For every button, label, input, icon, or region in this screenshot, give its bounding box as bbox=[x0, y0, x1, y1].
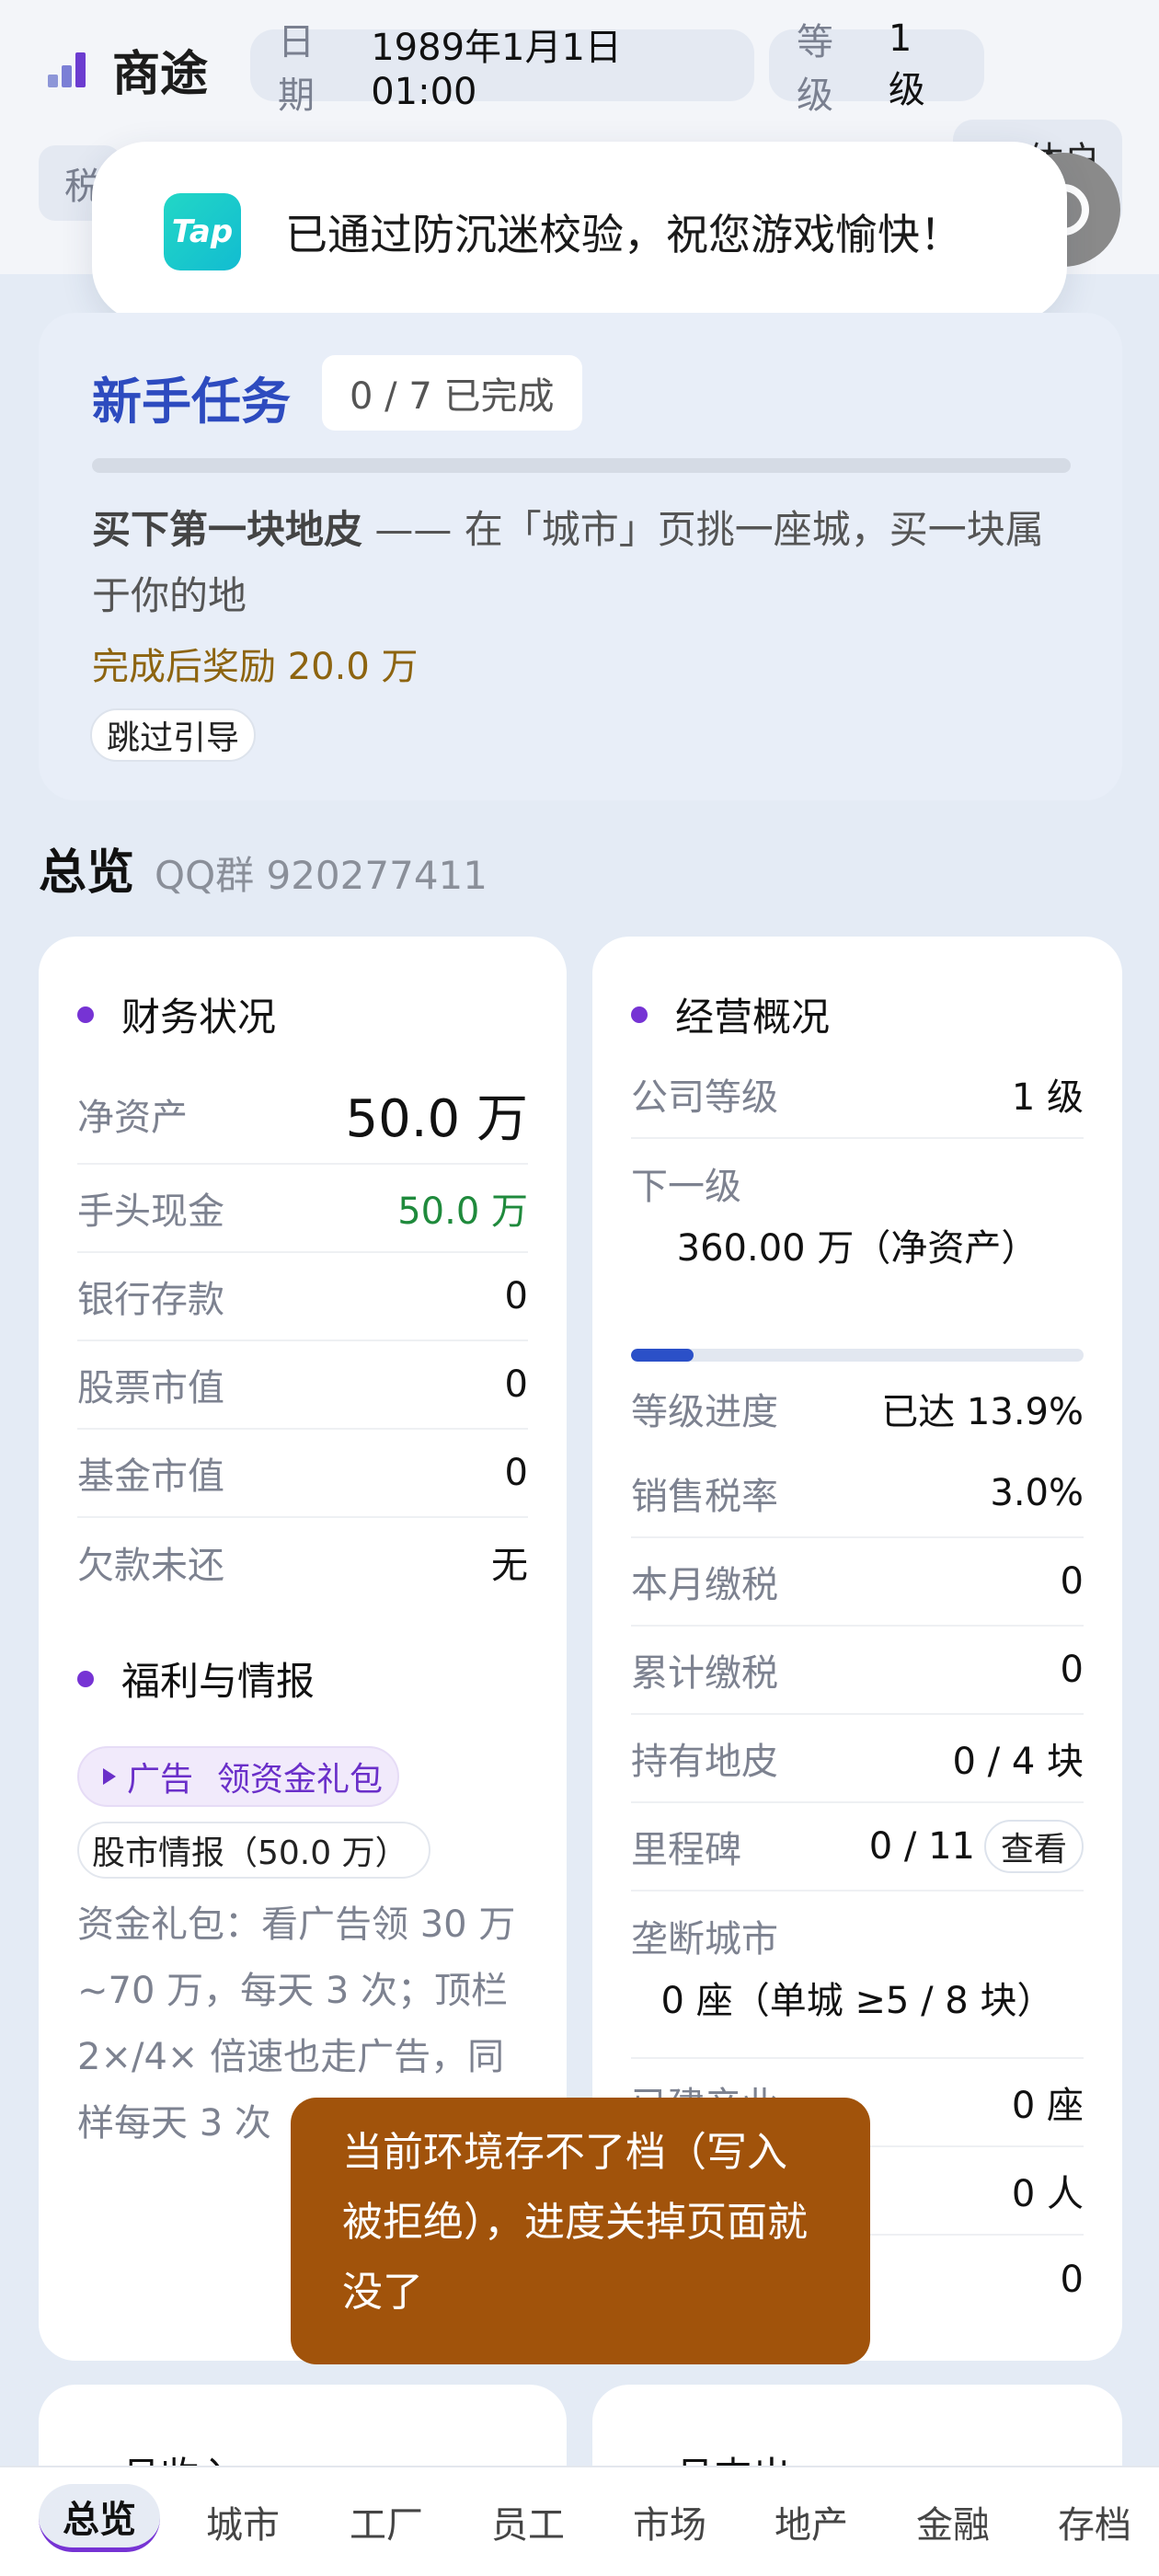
monopoly-row: 垄断城市 bbox=[631, 1892, 1084, 1980]
last-value: 0 bbox=[1060, 2259, 1084, 2301]
task-reward: 完成后奖励 20.0 万 bbox=[92, 646, 419, 688]
row-label: 基金市值 bbox=[77, 1455, 224, 1498]
row-label: 下一级 bbox=[631, 1166, 741, 1208]
level-value: 1 级 bbox=[888, 17, 925, 111]
nav-real-estate[interactable]: 地产 bbox=[775, 2495, 848, 2548]
anti-addiction-toast: Tap 已通过防沉迷校验，祝您游戏愉快！ bbox=[92, 142, 1067, 322]
nav-factory[interactable]: 工厂 bbox=[350, 2495, 423, 2548]
operations-title: 经营概况 bbox=[675, 995, 831, 1040]
task-name: 买下第一块地皮 bbox=[92, 507, 363, 552]
level-label: 等级 bbox=[797, 21, 833, 117]
finance-title: 财务状况 bbox=[121, 995, 277, 1040]
row-label: 里程碑 bbox=[631, 1829, 741, 1871]
ad-label: 领资金礼包 bbox=[217, 1761, 384, 1799]
bottom-nav: 总览 城市 工厂 员工 市场 地产 金融 存档 bbox=[0, 2466, 1159, 2576]
level-progress-row: 等级进度 已达 13.9% bbox=[631, 1367, 1084, 1450]
tasks-count: 0 / 7 已完成 bbox=[322, 355, 582, 431]
monopoly-value: 0 座（单城 ≥5 / 8 块） bbox=[631, 1971, 1084, 2059]
nav-staff[interactable]: 员工 bbox=[491, 2495, 565, 2548]
nav-market[interactable]: 市场 bbox=[633, 2495, 706, 2548]
ad-tag: 广告 bbox=[127, 1761, 194, 1799]
bar-chart-icon bbox=[46, 49, 88, 91]
row-label: 手头现金 bbox=[77, 1190, 224, 1233]
overview-title: 总览 bbox=[39, 845, 135, 901]
qq-group: QQ群 920277411 bbox=[155, 853, 488, 898]
welfare-header: 福利与情报 bbox=[77, 1650, 315, 1707]
level-display: 等级 1 级 bbox=[769, 17, 984, 117]
nav-overview[interactable]: 总览 bbox=[39, 2484, 160, 2552]
next-level-value: 360.00 万（净资产） bbox=[676, 1227, 1039, 1270]
nav-finance[interactable]: 金融 bbox=[916, 2495, 990, 2548]
company-level-value: 1 级 bbox=[1011, 1076, 1084, 1119]
row-label: 净资产 bbox=[77, 1097, 188, 1139]
next-level-row: 下一级 bbox=[631, 1139, 1084, 1227]
brand: 商途 bbox=[46, 35, 208, 104]
sales-tax-row: 销售税率 3.0% bbox=[631, 1450, 1084, 1538]
stock-row: 股票市值 0 bbox=[77, 1341, 528, 1430]
total-tax-value: 0 bbox=[1060, 1649, 1084, 1691]
overview-heading: 总览 QQ群 920277411 bbox=[39, 834, 488, 903]
row-label: 销售税率 bbox=[631, 1476, 778, 1518]
tasks-progress-bar bbox=[92, 458, 1071, 473]
cash-value: 50.0 万 bbox=[397, 1190, 528, 1233]
bullet-dot-icon bbox=[631, 1006, 648, 1023]
ad-gift-button[interactable]: 广告 领资金礼包 bbox=[77, 1746, 400, 1807]
debt-value: 无 bbox=[491, 1545, 528, 1587]
view-milestones-button[interactable]: 查看 bbox=[983, 1820, 1084, 1873]
row-label: 股票市值 bbox=[77, 1367, 224, 1409]
operations-header: 经营概况 bbox=[631, 986, 830, 1042]
total-tax-row: 累计缴税 0 bbox=[631, 1627, 1084, 1715]
bullet-dot-icon bbox=[77, 1006, 94, 1023]
level-progress-fill bbox=[631, 1349, 694, 1362]
debt-row: 欠款未还 无 bbox=[77, 1518, 528, 1606]
skip-guide-button[interactable]: 跳过引导 bbox=[90, 708, 257, 762]
date-label: 日期 bbox=[278, 21, 315, 117]
row-label: 持有地皮 bbox=[631, 1741, 778, 1783]
stock-tip-button[interactable]: 股市情报（50.0 万） bbox=[77, 1822, 430, 1879]
cash-row: 手头现金 50.0 万 bbox=[77, 1165, 528, 1253]
milestone-value: 0 / 11 bbox=[868, 1825, 975, 1868]
row-label: 等级进度 bbox=[631, 1391, 778, 1433]
row-label: 累计缴税 bbox=[631, 1652, 778, 1695]
welfare-title: 福利与情报 bbox=[121, 1659, 316, 1704]
row-label: 欠款未还 bbox=[77, 1545, 224, 1587]
play-icon bbox=[103, 1768, 116, 1785]
row-label: 垄断城市 bbox=[631, 1918, 778, 1961]
land-row: 持有地皮 0 / 4 块 bbox=[631, 1715, 1084, 1803]
row-label: 公司等级 bbox=[631, 1076, 778, 1119]
date-display: 日期 1989年1月1日 01:00 bbox=[250, 21, 754, 117]
bank-value: 0 bbox=[504, 1275, 528, 1317]
net-assets-value: 50.0 万 bbox=[345, 1088, 529, 1149]
month-tax-row: 本月缴税 0 bbox=[631, 1538, 1084, 1627]
stock-value: 0 bbox=[504, 1363, 528, 1406]
toast-message: 已通过防沉迷校验，祝您游戏愉快！ bbox=[285, 210, 962, 259]
level-progress-bar bbox=[631, 1349, 1084, 1362]
net-assets-row: 净资产 50.0 万 bbox=[77, 1065, 528, 1165]
land-value: 0 / 4 块 bbox=[952, 1741, 1084, 1783]
row-label: 本月缴税 bbox=[631, 1564, 778, 1606]
fund-value: 0 bbox=[504, 1452, 528, 1494]
fund-row: 基金市值 0 bbox=[77, 1430, 528, 1518]
level-progress-value: 已达 13.9% bbox=[881, 1391, 1084, 1433]
tasks-title: 新手任务 bbox=[92, 373, 291, 431]
bank-row: 银行存款 0 bbox=[77, 1253, 528, 1341]
row-label: 银行存款 bbox=[77, 1279, 224, 1321]
milestone-row: 里程碑 0 / 11 查看 bbox=[631, 1803, 1084, 1892]
newbie-tasks-card: 新手任务 0 / 7 已完成 买下第一块地皮 —— 在「城市」页挑一座城，买一块… bbox=[39, 313, 1122, 800]
taptap-logo-icon: Tap bbox=[164, 193, 241, 270]
sales-tax-value: 3.0% bbox=[990, 1472, 1084, 1514]
app-title: 商途 bbox=[112, 47, 209, 102]
month-tax-value: 0 bbox=[1060, 1560, 1084, 1603]
task-description: 买下第一块地皮 —— 在「城市」页挑一座城，买一块属于你的地 bbox=[92, 497, 1071, 629]
company-level-row: 公司等级 1 级 bbox=[631, 1051, 1084, 1139]
date-value: 1989年1月1日 01:00 bbox=[371, 27, 622, 113]
bullet-dot-icon bbox=[77, 1670, 94, 1687]
employees-value: 0 人 bbox=[1011, 2173, 1084, 2215]
save-warning-toast: 当前环境存不了档（写入被拒绝），进度关掉页面就没了 bbox=[291, 2098, 870, 2364]
finance-header: 财务状况 bbox=[77, 986, 276, 1042]
nav-city[interactable]: 城市 bbox=[206, 2495, 280, 2548]
nav-save[interactable]: 存档 bbox=[1058, 2495, 1131, 2548]
industry-value: 0 座 bbox=[1011, 2085, 1084, 2127]
